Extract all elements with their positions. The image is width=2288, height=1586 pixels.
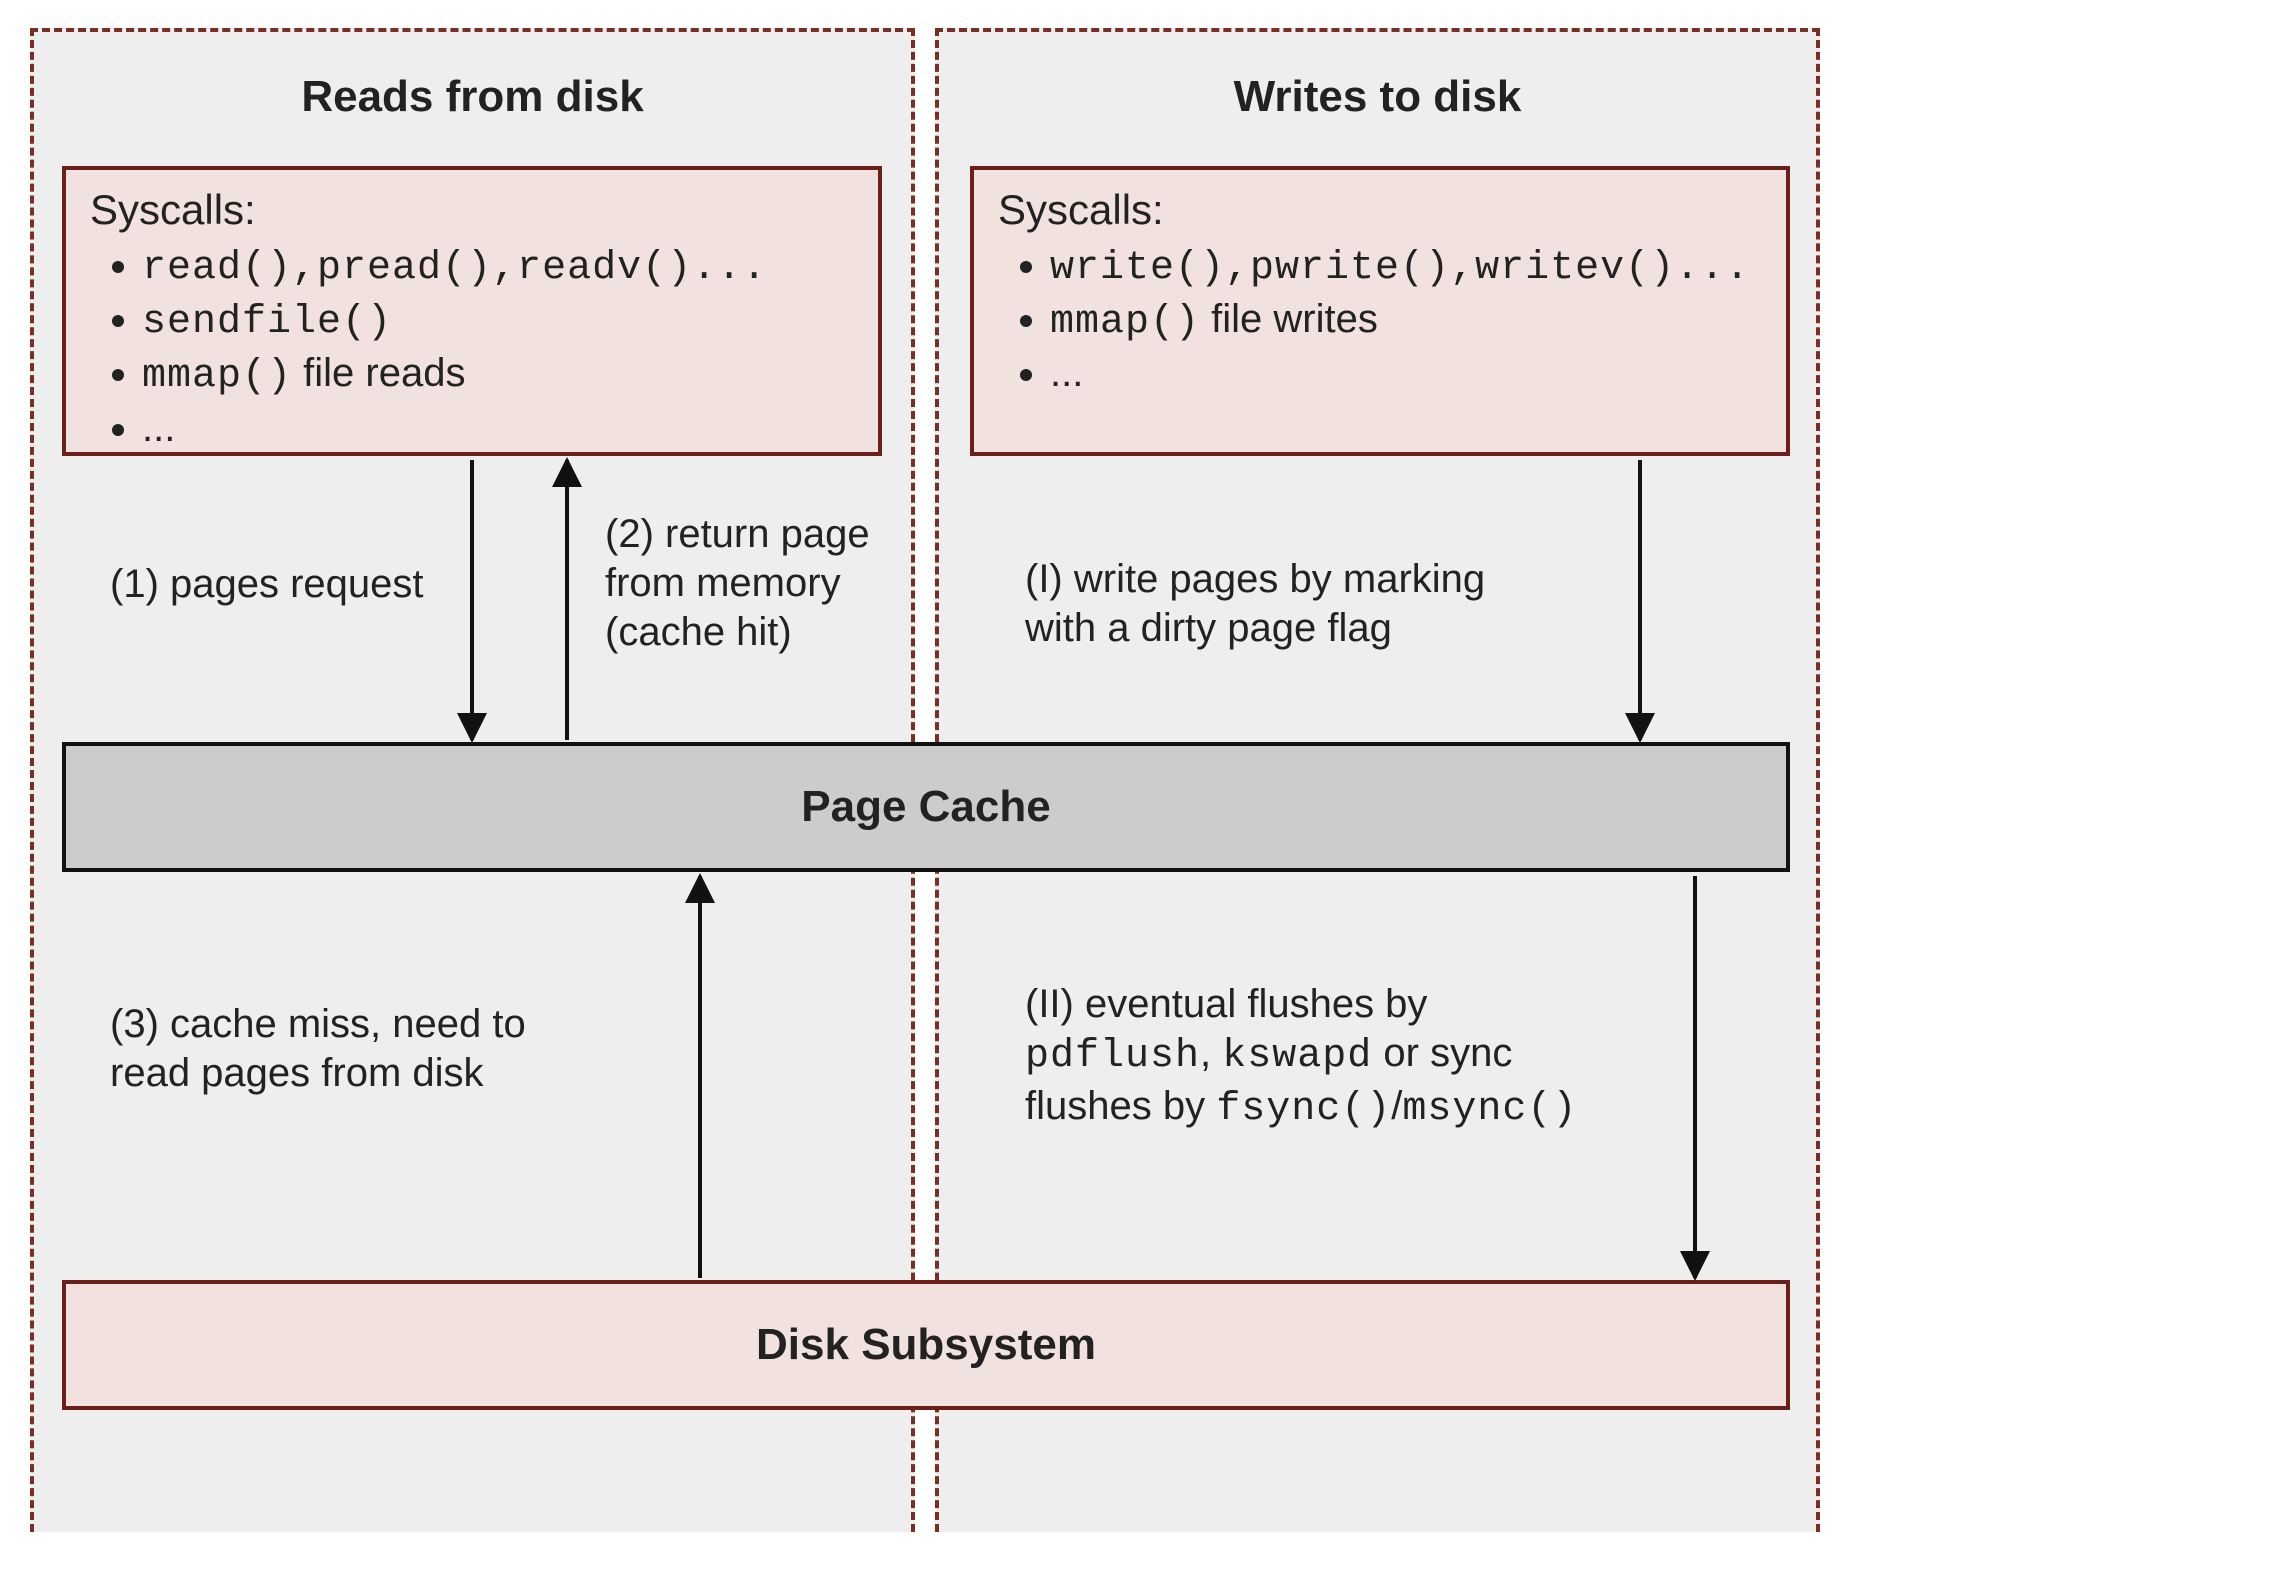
annotation-3: (3) cache miss, need to read pages from … [110, 1000, 590, 1098]
syscall-item: mmap() file reads [142, 348, 854, 402]
disk-subsystem-box: Disk Subsystem [62, 1280, 1790, 1410]
page-cache-diagram: Reads from disk Writes to disk Syscalls:… [0, 0, 2288, 1586]
syscalls-heading: Syscalls: [90, 186, 854, 234]
annotation-1: (1) pages request [110, 560, 424, 609]
syscalls-heading: Syscalls: [998, 186, 1762, 234]
syscall-item: mmap() file writes [1050, 294, 1762, 348]
syscall-item: read(),pread(),readv()... [142, 240, 854, 294]
syscalls-read-box: Syscalls: read(),pread(),readv()... send… [62, 166, 882, 456]
disk-subsystem-label: Disk Subsystem [756, 1320, 1096, 1370]
writes-column-title: Writes to disk [939, 72, 1816, 122]
syscall-item: sendfile() [142, 294, 854, 348]
syscall-item: write(),pwrite(),writev()... [1050, 240, 1762, 294]
reads-column-title: Reads from disk [34, 72, 911, 122]
syscalls-write-box: Syscalls: write(),pwrite(),writev()... m… [970, 166, 1790, 456]
annotation-I: (I) write pages by marking with a dirty … [1025, 555, 1585, 653]
syscalls-read-list: read(),pread(),readv()... sendfile() mma… [90, 240, 854, 454]
annotation-II: (II) eventual flushes by pdflush, kswapd… [1025, 980, 1665, 1134]
syscalls-write-list: write(),pwrite(),writev()... mmap() file… [998, 240, 1762, 400]
syscall-item: ... [1050, 348, 1762, 399]
page-cache-label: Page Cache [801, 782, 1050, 832]
annotation-2: (2) return page from memory (cache hit) [605, 510, 905, 656]
syscall-item: ... [142, 403, 854, 454]
page-cache-box: Page Cache [62, 742, 1790, 872]
